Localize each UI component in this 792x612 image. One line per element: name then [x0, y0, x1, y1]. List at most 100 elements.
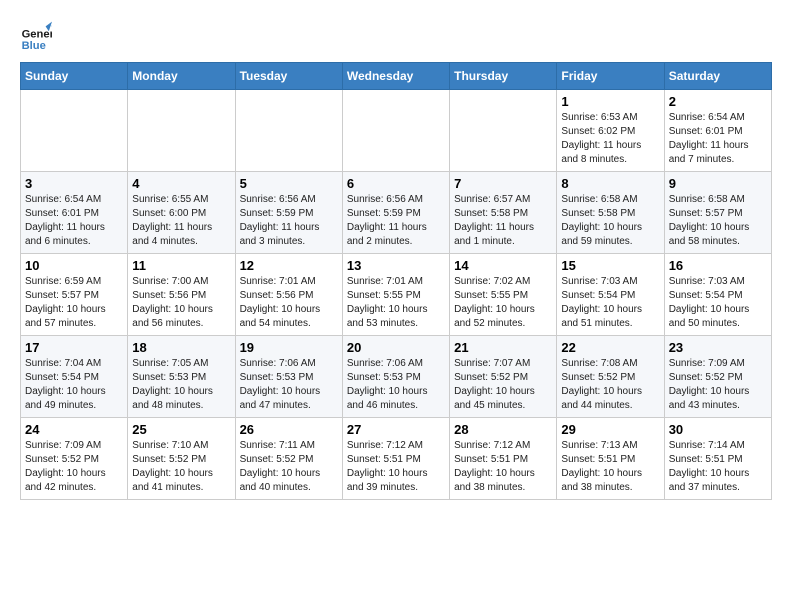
day-number: 26: [240, 422, 338, 437]
calendar-day-cell: 16 Sunrise: 7:03 AM Sunset: 5:54 PM Dayli…: [664, 254, 771, 336]
day-info: Sunrise: 6:58 AM Sunset: 5:58 PM Dayligh…: [561, 193, 659, 249]
calendar-day-cell: 26 Sunrise: 7:11 AM Sunset: 5:52 PM Dayli…: [235, 418, 342, 500]
calendar-day-cell: 3 Sunrise: 6:54 AM Sunset: 6:01 PM Daylig…: [21, 172, 128, 254]
calendar-table: SundayMondayTuesdayWednesdayThursdayFrid…: [20, 62, 772, 500]
day-info: Sunrise: 6:57 AM Sunset: 5:58 PM Dayligh…: [454, 193, 552, 249]
calendar-week-row: 24 Sunrise: 7:09 AM Sunset: 5:52 PM Dayli…: [21, 418, 772, 500]
calendar-day-cell: [342, 90, 449, 172]
day-number: 3: [25, 176, 123, 191]
day-info: Sunrise: 7:05 AM Sunset: 5:53 PM Dayligh…: [132, 357, 230, 413]
weekday-row: SundayMondayTuesdayWednesdayThursdayFrid…: [21, 63, 772, 90]
day-info: Sunrise: 7:12 AM Sunset: 5:51 PM Dayligh…: [347, 439, 445, 495]
calendar-day-cell: 20Sunrise: 7:06 AM Sunset: 5:53 PM Dayli…: [342, 336, 449, 418]
day-number: 12: [240, 258, 338, 273]
calendar-day-cell: 10 Sunrise: 6:59 AM Sunset: 5:57 PM Dayli…: [21, 254, 128, 336]
svg-text:General: General: [22, 29, 52, 41]
day-info: Sunrise: 6:54 AM Sunset: 6:01 PM Dayligh…: [25, 193, 123, 249]
day-info: Sunrise: 7:01 AM Sunset: 5:55 PM Dayligh…: [347, 275, 445, 331]
day-number: 17: [25, 340, 123, 355]
day-number: 15: [561, 258, 659, 273]
calendar-day-cell: 23Sunrise: 7:09 AM Sunset: 5:52 PM Dayli…: [664, 336, 771, 418]
calendar-day-cell: 6 Sunrise: 6:56 AM Sunset: 5:59 PM Daylig…: [342, 172, 449, 254]
calendar-day-cell: [450, 90, 557, 172]
calendar-day-cell: 13 Sunrise: 7:01 AM Sunset: 5:55 PM Dayli…: [342, 254, 449, 336]
calendar-day-cell: 15 Sunrise: 7:03 AM Sunset: 5:54 PM Dayli…: [557, 254, 664, 336]
calendar-week-row: 10 Sunrise: 6:59 AM Sunset: 5:57 PM Dayli…: [21, 254, 772, 336]
day-info: Sunrise: 6:56 AM Sunset: 5:59 PM Dayligh…: [347, 193, 445, 249]
calendar-body: 1 Sunrise: 6:53 AM Sunset: 6:02 PM Daylig…: [21, 90, 772, 500]
day-number: 19: [240, 340, 338, 355]
calendar-day-cell: 14Sunrise: 7:02 AM Sunset: 5:55 PM Dayli…: [450, 254, 557, 336]
day-info: Sunrise: 7:06 AM Sunset: 5:53 PM Dayligh…: [240, 357, 338, 413]
day-info: Sunrise: 7:08 AM Sunset: 5:52 PM Dayligh…: [561, 357, 659, 413]
calendar-day-cell: 22Sunrise: 7:08 AM Sunset: 5:52 PM Dayli…: [557, 336, 664, 418]
day-number: 28: [454, 422, 552, 437]
weekday-header: Sunday: [21, 63, 128, 90]
svg-text:Blue: Blue: [22, 40, 46, 52]
day-info: Sunrise: 6:53 AM Sunset: 6:02 PM Dayligh…: [561, 111, 659, 167]
calendar-day-cell: 24 Sunrise: 7:09 AM Sunset: 5:52 PM Dayli…: [21, 418, 128, 500]
calendar-day-cell: [128, 90, 235, 172]
day-info: Sunrise: 7:11 AM Sunset: 5:52 PM Dayligh…: [240, 439, 338, 495]
calendar-day-cell: 25 Sunrise: 7:10 AM Sunset: 5:52 PM Dayli…: [128, 418, 235, 500]
calendar-day-cell: [235, 90, 342, 172]
day-number: 4: [132, 176, 230, 191]
calendar-day-cell: 30Sunrise: 7:14 AM Sunset: 5:51 PM Dayli…: [664, 418, 771, 500]
day-info: Sunrise: 7:09 AM Sunset: 5:52 PM Dayligh…: [25, 439, 123, 495]
calendar-day-cell: 29Sunrise: 7:13 AM Sunset: 5:51 PM Dayli…: [557, 418, 664, 500]
day-number: 16: [669, 258, 767, 273]
day-number: 10: [25, 258, 123, 273]
weekday-header: Friday: [557, 63, 664, 90]
calendar-day-cell: 9 Sunrise: 6:58 AM Sunset: 5:57 PM Daylig…: [664, 172, 771, 254]
day-number: 23: [669, 340, 767, 355]
calendar-day-cell: 12 Sunrise: 7:01 AM Sunset: 5:56 PM Dayli…: [235, 254, 342, 336]
day-info: Sunrise: 7:03 AM Sunset: 5:54 PM Dayligh…: [561, 275, 659, 331]
calendar-day-cell: 17 Sunrise: 7:04 AM Sunset: 5:54 PM Dayli…: [21, 336, 128, 418]
day-info: Sunrise: 7:04 AM Sunset: 5:54 PM Dayligh…: [25, 357, 123, 413]
page-header: General Blue: [20, 20, 772, 52]
calendar-day-cell: 7 Sunrise: 6:57 AM Sunset: 5:58 PM Daylig…: [450, 172, 557, 254]
calendar-day-cell: 18 Sunrise: 7:05 AM Sunset: 5:53 PM Dayli…: [128, 336, 235, 418]
day-info: Sunrise: 6:58 AM Sunset: 5:57 PM Dayligh…: [669, 193, 767, 249]
calendar-day-cell: [21, 90, 128, 172]
day-info: Sunrise: 7:02 AM Sunset: 5:55 PM Dayligh…: [454, 275, 552, 331]
day-number: 25: [132, 422, 230, 437]
day-number: 24: [25, 422, 123, 437]
logo: General Blue: [20, 20, 56, 52]
day-number: 7: [454, 176, 552, 191]
day-number: 20: [347, 340, 445, 355]
day-number: 2: [669, 94, 767, 109]
calendar-header: SundayMondayTuesdayWednesdayThursdayFrid…: [21, 63, 772, 90]
weekday-header: Thursday: [450, 63, 557, 90]
day-number: 30: [669, 422, 767, 437]
day-info: Sunrise: 7:07 AM Sunset: 5:52 PM Dayligh…: [454, 357, 552, 413]
day-info: Sunrise: 7:01 AM Sunset: 5:56 PM Dayligh…: [240, 275, 338, 331]
calendar-week-row: 3 Sunrise: 6:54 AM Sunset: 6:01 PM Daylig…: [21, 172, 772, 254]
day-info: Sunrise: 7:03 AM Sunset: 5:54 PM Dayligh…: [669, 275, 767, 331]
day-info: Sunrise: 6:56 AM Sunset: 5:59 PM Dayligh…: [240, 193, 338, 249]
weekday-header: Tuesday: [235, 63, 342, 90]
day-number: 9: [669, 176, 767, 191]
day-number: 11: [132, 258, 230, 273]
day-info: Sunrise: 7:10 AM Sunset: 5:52 PM Dayligh…: [132, 439, 230, 495]
day-number: 1: [561, 94, 659, 109]
day-number: 6: [347, 176, 445, 191]
calendar-week-row: 1 Sunrise: 6:53 AM Sunset: 6:02 PM Daylig…: [21, 90, 772, 172]
weekday-header: Saturday: [664, 63, 771, 90]
day-number: 13: [347, 258, 445, 273]
calendar-day-cell: 5 Sunrise: 6:56 AM Sunset: 5:59 PM Daylig…: [235, 172, 342, 254]
day-info: Sunrise: 6:59 AM Sunset: 5:57 PM Dayligh…: [25, 275, 123, 331]
calendar-day-cell: 4Sunrise: 6:55 AM Sunset: 6:00 PM Daylig…: [128, 172, 235, 254]
day-number: 8: [561, 176, 659, 191]
calendar-day-cell: 28Sunrise: 7:12 AM Sunset: 5:51 PM Dayli…: [450, 418, 557, 500]
calendar-day-cell: 19 Sunrise: 7:06 AM Sunset: 5:53 PM Dayli…: [235, 336, 342, 418]
day-info: Sunrise: 6:54 AM Sunset: 6:01 PM Dayligh…: [669, 111, 767, 167]
day-number: 27: [347, 422, 445, 437]
calendar-day-cell: 11 Sunrise: 7:00 AM Sunset: 5:56 PM Dayli…: [128, 254, 235, 336]
day-info: Sunrise: 7:13 AM Sunset: 5:51 PM Dayligh…: [561, 439, 659, 495]
calendar-day-cell: 27 Sunrise: 7:12 AM Sunset: 5:51 PM Dayli…: [342, 418, 449, 500]
day-info: Sunrise: 7:00 AM Sunset: 5:56 PM Dayligh…: [132, 275, 230, 331]
logo-icon: General Blue: [20, 20, 52, 52]
day-number: 5: [240, 176, 338, 191]
day-number: 18: [132, 340, 230, 355]
